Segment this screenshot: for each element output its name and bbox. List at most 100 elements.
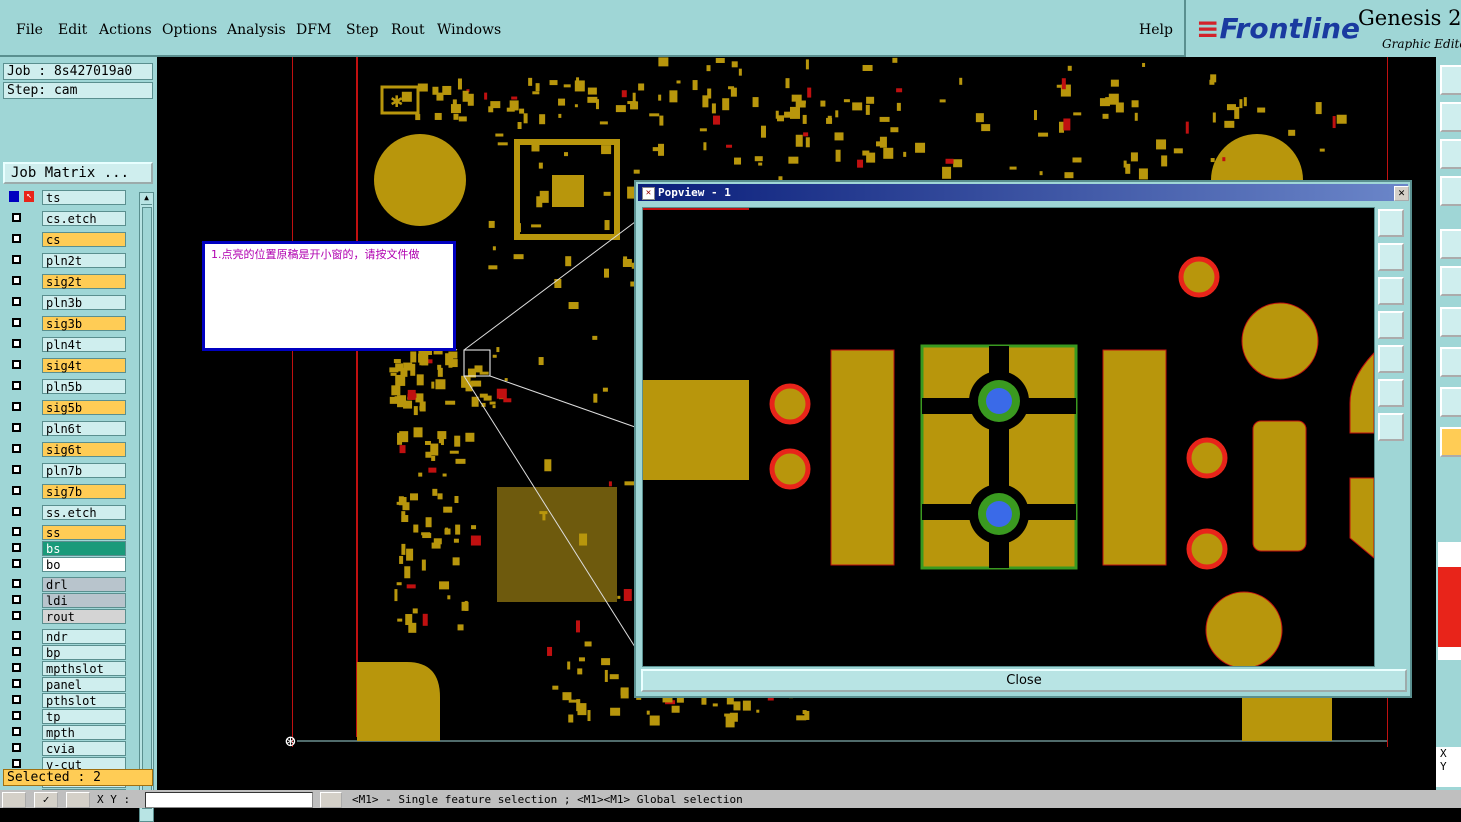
layer-name[interactable]: ldi: [42, 593, 126, 608]
layer-row-rout[interactable]: rout: [5, 609, 127, 624]
menu-help[interactable]: Help: [1139, 22, 1173, 38]
menu-windows[interactable]: Windows: [437, 22, 501, 38]
snap-icon[interactable]: [1440, 229, 1461, 259]
popview-titlebar[interactable]: ✕ Popview - 1 ✕: [638, 184, 1409, 201]
layer-name[interactable]: panel: [42, 677, 126, 692]
layer-name[interactable]: sig4t: [42, 358, 126, 373]
layer-row-sig7b[interactable]: sig7b: [5, 484, 127, 499]
menu-actions[interactable]: Actions: [99, 22, 152, 38]
layer-name[interactable]: pln4t: [42, 337, 126, 352]
check-icon[interactable]: ✓: [34, 792, 58, 808]
layer-checkbox[interactable]: [12, 595, 21, 604]
layer-row-mpthslot[interactable]: mpthslot: [5, 661, 127, 676]
menu-analysis[interactable]: Analysis: [227, 22, 286, 38]
layer-name[interactable]: bp: [42, 645, 126, 660]
layer-name[interactable]: pln6t: [42, 421, 126, 436]
zoom-out-icon[interactable]: [1378, 413, 1404, 441]
layer-row-pln5b[interactable]: pln5b: [5, 379, 127, 394]
layer-name[interactable]: sig3b: [42, 316, 126, 331]
layer-name[interactable]: ndr: [42, 629, 126, 644]
layer-row-cs.etch[interactable]: cs.etch: [5, 211, 127, 226]
status-divider-button[interactable]: [320, 792, 342, 808]
layer-row-sig6t[interactable]: sig6t: [5, 442, 127, 457]
menu-file[interactable]: File: [16, 22, 43, 38]
pan-left-icon[interactable]: [1378, 311, 1404, 339]
layer-name[interactable]: sig7b: [42, 484, 126, 499]
arc-tool-icon[interactable]: [1440, 387, 1461, 417]
layer-row-pln4t[interactable]: pln4t: [5, 337, 127, 352]
zoom-in-icon[interactable]: [1378, 379, 1404, 407]
layer-row-sig4t[interactable]: sig4t: [5, 358, 127, 373]
layer-name[interactable]: cs: [42, 232, 126, 247]
layer-name[interactable]: sig2t: [42, 274, 126, 289]
layer-checkbox[interactable]: [12, 679, 21, 688]
scroll-thumb[interactable]: [142, 207, 152, 809]
layer-row-ldi[interactable]: ldi: [5, 593, 127, 608]
layer-name[interactable]: drl: [42, 577, 126, 592]
layer-checkbox[interactable]: [12, 507, 21, 516]
grid-icon[interactable]: [66, 792, 90, 808]
layer-row-ndr[interactable]: ndr: [5, 629, 127, 644]
layer-checkbox[interactable]: [12, 727, 21, 736]
layer-checkbox[interactable]: [12, 527, 21, 536]
zoom-fit-icon[interactable]: [1378, 209, 1404, 237]
layer-checkbox[interactable]: [12, 559, 21, 568]
layer-checkbox[interactable]: [12, 255, 21, 264]
layer-row-bp[interactable]: bp: [5, 645, 127, 660]
layer-name[interactable]: ss.etch: [42, 505, 126, 520]
layer-checkbox[interactable]: [12, 486, 21, 495]
layer-name[interactable]: pthslot: [42, 693, 126, 708]
job-matrix-button[interactable]: Job Matrix ...: [3, 162, 153, 184]
close-icon[interactable]: ✕: [1394, 186, 1409, 201]
layer-checkbox[interactable]: [12, 339, 21, 348]
zoom-back-icon[interactable]: [1440, 102, 1461, 132]
menu-rout[interactable]: Rout: [391, 22, 425, 38]
layer-name[interactable]: cvia: [42, 741, 126, 756]
layer-name[interactable]: mpthslot: [42, 661, 126, 676]
layer-checkbox[interactable]: [12, 444, 21, 453]
layer-row-pthslot[interactable]: pthslot: [5, 693, 127, 708]
layer-header-row[interactable]: ↖ ts: [5, 190, 127, 205]
pan-right-icon[interactable]: [1378, 345, 1404, 373]
layer-name[interactable]: pln5b: [42, 379, 126, 394]
menu-options[interactable]: Options: [162, 22, 217, 38]
layer-row-pln7b[interactable]: pln7b: [5, 463, 127, 478]
popview-canvas[interactable]: [642, 207, 1375, 667]
menu-edit[interactable]: Edit: [58, 22, 87, 38]
zoom-home-icon[interactable]: [1440, 65, 1461, 95]
layer-row-sig2t[interactable]: sig2t: [5, 274, 127, 289]
menu-dfm[interactable]: DFM: [296, 22, 331, 38]
layer-row-pln3b[interactable]: pln3b: [5, 295, 127, 310]
measure-icon[interactable]: [1440, 266, 1461, 296]
layer-checkbox[interactable]: [12, 213, 21, 222]
pan-down-icon[interactable]: [1378, 277, 1404, 305]
layer-row-mpth[interactable]: mpth: [5, 725, 127, 740]
layer-checkbox[interactable]: [12, 631, 21, 640]
layer-row-bo[interactable]: bo: [5, 557, 127, 572]
layer-name[interactable]: pln7b: [42, 463, 126, 478]
zoomed-drawing[interactable]: [643, 208, 1374, 666]
line-tool-icon[interactable]: [1440, 307, 1461, 337]
layer-checkbox[interactable]: [12, 360, 21, 369]
layer-checkbox[interactable]: [12, 381, 21, 390]
layer-name[interactable]: cs.etch: [42, 211, 126, 226]
layer-name[interactable]: mpth: [42, 725, 126, 740]
layer-name[interactable]: pln2t: [42, 253, 126, 268]
layer-checkbox[interactable]: [12, 234, 21, 243]
layer-name[interactable]: rout: [42, 609, 126, 624]
layer-checkbox[interactable]: [12, 695, 21, 704]
popview-close-button[interactable]: Close: [641, 669, 1407, 692]
xy-input[interactable]: [145, 792, 313, 808]
status-tool-icon[interactable]: [2, 792, 26, 808]
layer-name[interactable]: ss: [42, 525, 126, 540]
layer-checkbox[interactable]: [12, 297, 21, 306]
layer-checkbox[interactable]: [12, 711, 21, 720]
layer-checkbox[interactable]: [12, 647, 21, 656]
layer-row-ss[interactable]: ss: [5, 525, 127, 540]
layer-checkbox[interactable]: [12, 318, 21, 327]
layer-checkbox[interactable]: [12, 579, 21, 588]
layer-checkbox[interactable]: [12, 423, 21, 432]
layer-row-cs[interactable]: cs: [5, 232, 127, 247]
layer-checkbox[interactable]: [12, 663, 21, 672]
layer-row-sig5b[interactable]: sig5b: [5, 400, 127, 415]
